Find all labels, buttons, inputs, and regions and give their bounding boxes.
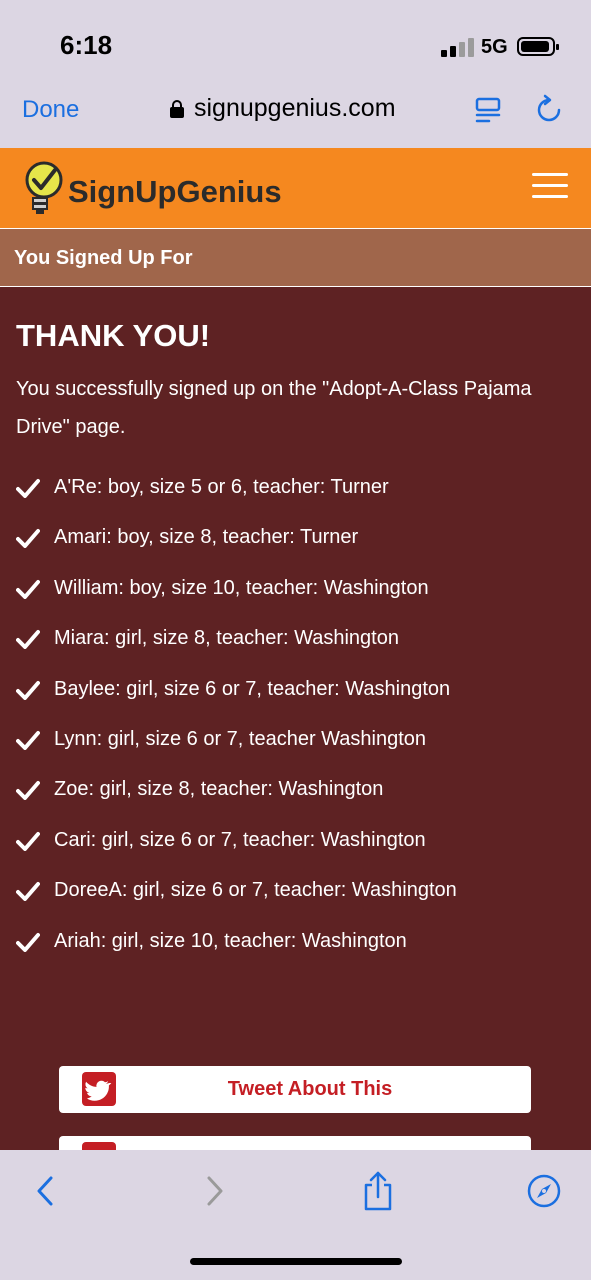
check-icon	[16, 932, 40, 952]
check-icon	[16, 781, 40, 801]
list-item-label: Zoe: girl, size 8, teacher: Washington	[54, 778, 384, 801]
list-item: Zoe: girl, size 8, teacher: Washington	[16, 778, 576, 828]
page-title: THANK YOU!	[16, 318, 211, 353]
list-item: DoreeA: girl, size 6 or 7, teacher: Wash…	[16, 879, 576, 929]
list-item-label: Baylee: girl, size 6 or 7, teacher: Wash…	[54, 677, 451, 700]
reader-icon[interactable]	[474, 96, 502, 124]
battery-icon	[517, 37, 559, 56]
list-item: Cari: girl, size 6 or 7, teacher: Washin…	[16, 829, 576, 879]
status-time: 6:18	[60, 30, 113, 60]
subheader: You Signed Up For	[0, 228, 591, 287]
list-item-label: William: boy, size 10, teacher: Washingt…	[54, 576, 429, 599]
signal-icon	[441, 37, 475, 57]
list-item-label: A'Re: boy, size 5 or 6, teacher: Turner	[54, 476, 389, 498]
lightbulb-icon	[25, 161, 63, 214]
forward-icon[interactable]	[204, 1175, 226, 1207]
check-icon	[16, 630, 40, 650]
list-item-label: Cari: girl, size 6 or 7, teacher: Washin…	[54, 828, 426, 851]
network-label: 5G	[481, 36, 508, 58]
compass-icon[interactable]	[526, 1173, 562, 1209]
browser-chrome: 6:18 5G Done signupgenius.com	[0, 0, 591, 148]
list-item: Ariah: girl, size 10, teacher: Washingto…	[16, 930, 576, 980]
list-item-label: Lynn: girl, size 6 or 7, teacher Washing…	[54, 727, 427, 750]
done-button[interactable]: Done	[22, 96, 79, 124]
logo-text: SignUpGenius	[68, 174, 282, 209]
check-icon	[16, 882, 40, 902]
list-item: Amari: boy, size 8, teacher: Turner	[16, 526, 576, 576]
list-item: Lynn: girl, size 6 or 7, teacher Washing…	[16, 728, 576, 778]
check-icon	[16, 479, 40, 498]
list-item: A'Re: boy, size 5 or 6, teacher: Turner	[16, 476, 576, 526]
address-bar[interactable]: signupgenius.com	[170, 94, 396, 123]
list-item-label: Ariah: girl, size 10, teacher: Washingto…	[54, 929, 407, 952]
list-item-label: Amari: boy, size 8, teacher: Turner	[54, 526, 359, 549]
menu-icon[interactable]	[532, 173, 568, 199]
list-item: Baylee: girl, size 6 or 7, teacher: Wash…	[16, 678, 576, 728]
reload-icon[interactable]	[535, 94, 563, 124]
list-item: William: boy, size 10, teacher: Washingt…	[16, 577, 576, 627]
list-item: Miara: girl, size 8, teacher: Washington	[16, 627, 576, 677]
share-icon[interactable]	[361, 1170, 395, 1212]
back-icon[interactable]	[34, 1175, 56, 1207]
list-item-label: Miara: girl, size 8, teacher: Washington	[54, 627, 399, 650]
signupgenius-logo[interactable]: SignUpGenius	[18, 158, 298, 218]
check-icon	[16, 730, 40, 750]
check-icon	[16, 831, 40, 851]
tweet-button[interactable]: Tweet About This	[59, 1066, 531, 1113]
site-header: SignUpGenius	[0, 148, 591, 228]
signup-list: A'Re: boy, size 5 or 6, teacher: Turner …	[16, 476, 576, 980]
subheader-title: You Signed Up For	[14, 247, 193, 269]
success-message: You successfully signed up on the "Adopt…	[16, 378, 532, 438]
lock-icon	[170, 99, 184, 118]
confirmation-content: THANK YOU! You successfully signed up on…	[16, 318, 576, 996]
tweet-button-label: Tweet About This	[227, 1078, 393, 1100]
list-item-label: DoreeA: girl, size 6 or 7, teacher: Wash…	[54, 879, 457, 902]
check-icon	[16, 529, 40, 549]
check-icon	[16, 579, 40, 599]
home-indicator[interactable]	[190, 1258, 402, 1265]
check-icon	[16, 680, 40, 700]
url-text: signupgenius.com	[194, 94, 396, 122]
